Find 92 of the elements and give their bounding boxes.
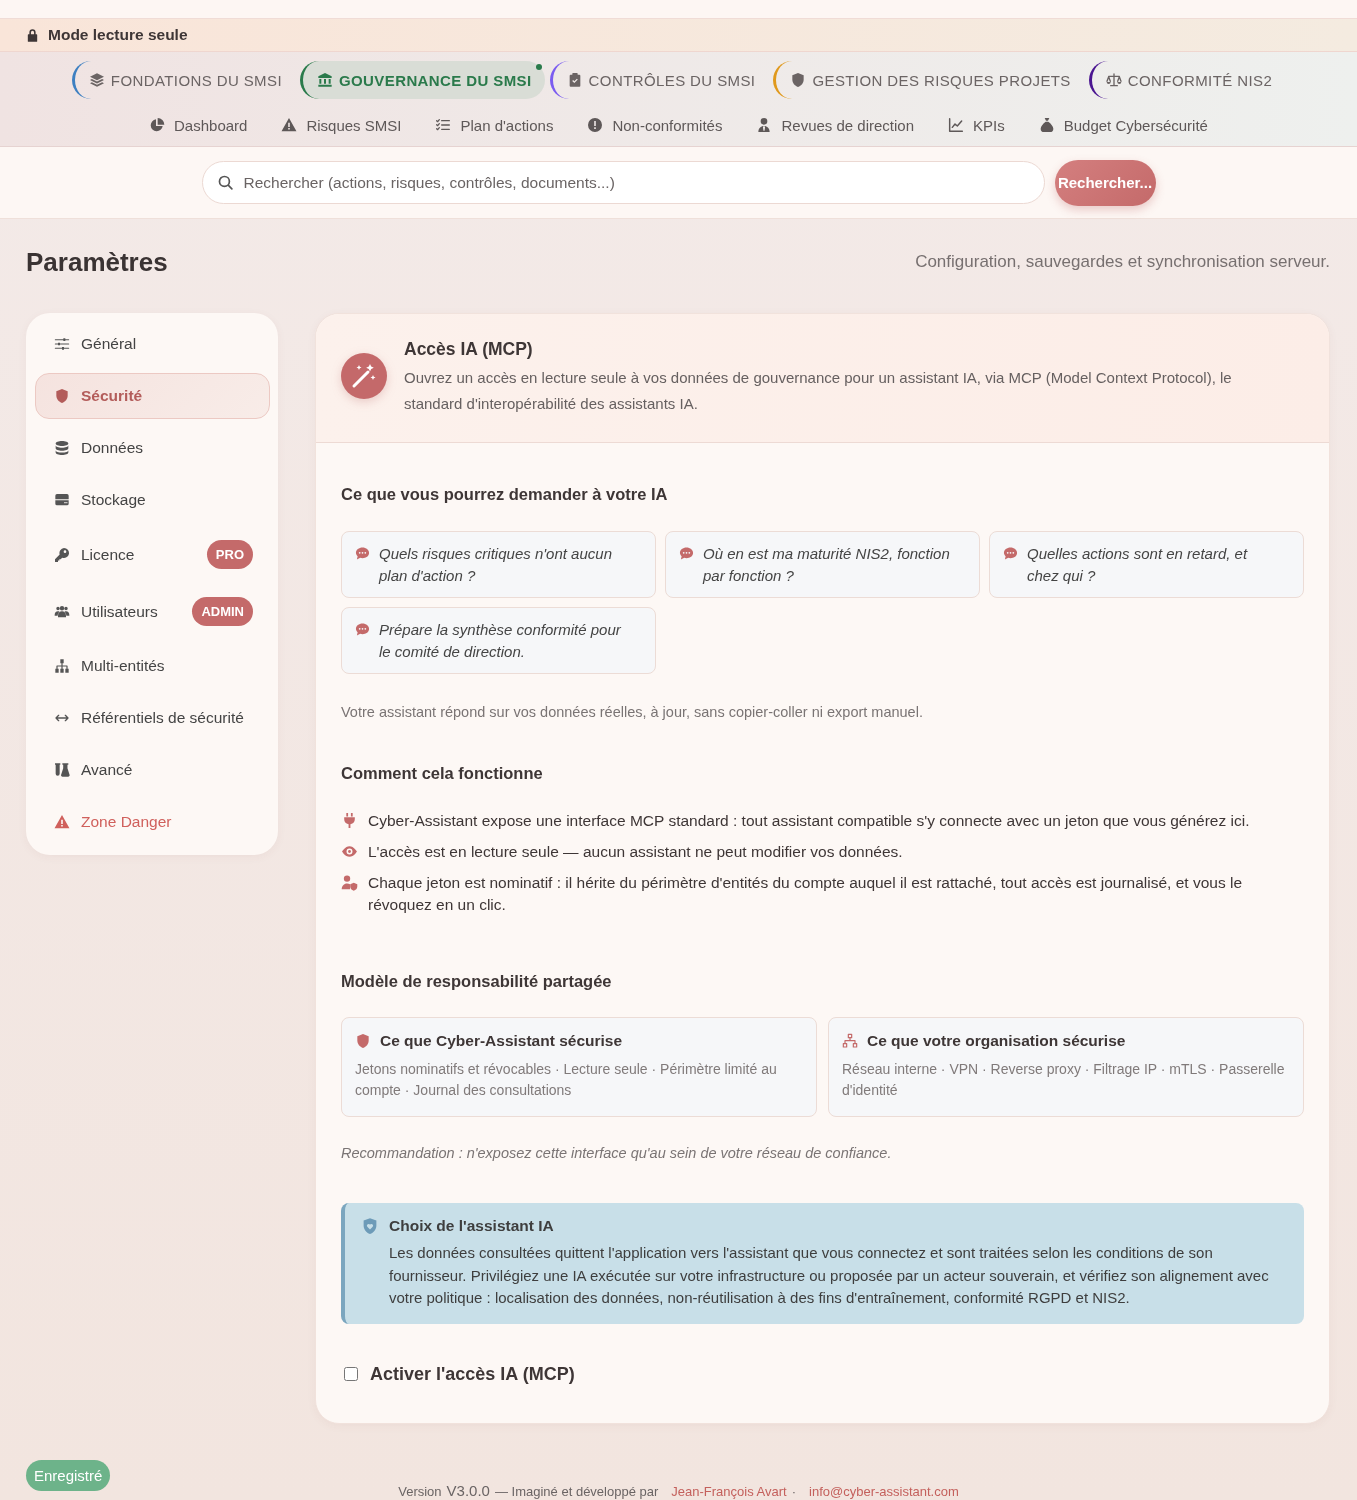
magic-wand-icon [341,353,387,399]
author-link[interactable]: Jean-François Avart [671,1484,787,1499]
checklist-icon [435,117,452,133]
saved-toast: Enregistré [26,1460,111,1491]
search-field[interactable]: Rechercher (actions, risques, contrôles, documents...) [201,161,1045,204]
key-icon [54,546,70,563]
sidebar-item[interactable]: Multi-entités [35,643,270,689]
module-tab[interactable]: GESTION DES RISQUES PROJETS [773,61,1084,99]
hierarchy-icon [54,658,70,674]
pie-chart-icon [149,117,166,133]
chat-icon [679,546,694,561]
warning-icon [281,117,298,133]
version-label: Version [398,1484,442,1499]
layers-icon [88,72,105,88]
question-text: Où en est ma maturité NIS2, fonction par fonction ? [703,544,951,586]
checkbox-label: Activer l'accès IA (MCP) [370,1363,575,1385]
responsibility-title: Ce que votre organisation sécurise [867,1032,1126,1050]
plug-icon [341,812,358,829]
lock-icon [25,27,40,43]
sidebar-item[interactable]: Général [35,321,270,367]
sidebar-item[interactable]: Avancé [35,747,270,793]
shield-icon [790,72,807,88]
page-subtitle: Configuration, sauvegardes et synchronisation serveur. [915,252,1330,272]
database-icon [54,440,70,456]
badge: PRO [206,540,253,569]
checkbox[interactable] [344,1367,358,1381]
module-tab[interactable]: GOUVERNANCE DU SMSI [299,61,545,99]
scales-icon [1105,72,1122,88]
badge: ADMIN [192,597,253,626]
chat-icon [355,546,370,561]
feature-text: Cyber-Assistant expose une interface MCP standard : tout assistant compatible s'y connecte avec un jeton que vous générez ici. [368,811,1250,831]
card-description: Ouvrez un accès en lecture seule à vos données de gouvernance pour un assistant IA, via MCP (Model Context Protocol), le standard d'interopérabilité des assistants IA. [404,368,1233,414]
eye-icon [341,843,358,860]
money-bag-icon [1038,117,1055,133]
separator-text: · [791,1484,796,1499]
status-dot-icon [535,64,542,70]
sidebar-item[interactable]: Utilisateurs ADMIN [35,586,270,637]
sidebar-item[interactable]: Référentiels de sécurité [35,695,270,741]
question-text: Prépare la synthèse conformité pour le comité de direction. [379,620,622,662]
module-tab[interactable]: CONFORMITÉ NIS2 [1088,61,1286,99]
page-title: Paramètres [26,246,168,278]
read-only-label: Mode lecture seule [48,26,188,44]
responsibility-text: Jetons nominatifs et révocables · Lecture seule · Périmètre limité au compte · Journal des consultations [355,1060,778,1100]
network-icon [842,1033,858,1049]
nav-link[interactable]: Dashboard [149,116,248,134]
recommendation-text: Recommandation : n'exposez cette interface qu'au sein de votre réseau de confiance. [341,1145,893,1161]
callout-text: Les données consultées quittent l'application vers l'assistant que vous connectez et sont traitées selon les conditions de son fournisseur. Privilégiez une IA exécutée sur votre infrastructure ou proposée par un acteur souverain, et vérifiez son alignement avec votre politique : localisation des données, non-réutilisation à des fins d'entraînement, conformité RGPD et NIS2. [389,1243,1270,1308]
search-icon [216,174,234,191]
feature-text: L'accès est en lecture seule — aucun assistant ne peut modifier vos données. [368,842,903,862]
shield-heart-icon [361,1217,379,1235]
exclamation-icon [587,117,604,133]
note-text: Votre assistant répond sur vos données réelles, à jour, sans copier-coller ni export manuel. [341,704,924,720]
question-text: Quelles actions sont en retard, et chez qui ? [1027,544,1249,586]
card-title: Accès IA (MCP) [404,339,534,360]
email-link[interactable]: info@cyber-assistant.com [809,1484,959,1499]
nav-link[interactable]: KPIs [948,116,1005,134]
responsibility-title: Ce que Cyber-Assistant sécurise [380,1032,623,1050]
sidebar-item[interactable]: Stockage [35,477,270,523]
bank-icon [316,72,333,88]
sliders-icon [54,336,70,352]
chat-icon [1003,546,1018,561]
credit-text: — Imaginé et développé par [494,1484,659,1499]
warning-icon [54,814,70,830]
section-heading: Comment cela fonctionne [341,764,544,783]
chat-icon [355,622,370,637]
flask-icon [54,762,70,778]
sidebar-item[interactable]: Données [35,425,270,471]
search-button[interactable]: Rechercher... [1054,159,1156,206]
sidebar-item[interactable]: Licence PRO [35,529,270,580]
users-icon [54,603,70,620]
person-icon [756,117,773,133]
sidebar-item[interactable]: Sécurité [35,373,270,419]
sidebar-item[interactable]: Zone Danger [35,799,270,845]
module-tab[interactable]: FONDATIONS DU SMSI [71,61,295,99]
question-text: Quels risques critiques n'ont aucun plan d'action ? [379,544,613,586]
section-heading: Ce que vous pourrez demander à votre IA [341,485,669,504]
version-number: V3.0.0 [446,1482,490,1499]
feature-text: Chaque jeton est nominatif : il hérite du périmètre d'entités du compte auquel il est rattaché, tout accès est journalisé, et vous le révoquez en un clic. [368,873,1244,915]
nav-link[interactable]: Plan d'actions [435,116,554,134]
section-heading: Modèle de responsabilité partagée [341,972,613,991]
callout-title: Choix de l'assistant IA [389,1217,555,1235]
nav-link[interactable]: Non-conformités [587,116,723,134]
module-tab[interactable]: CONTRÔLES DU SMSI [549,61,769,99]
nav-link[interactable]: Budget Cybersécurité [1038,116,1208,134]
shield-icon [355,1033,371,1049]
server-icon [54,492,70,508]
line-chart-icon [948,117,965,133]
responsibility-text: Réseau interne · VPN · Reverse proxy · Filtrage IP · mTLS · Passerelle d'identité [842,1060,1286,1100]
user-shield-icon [341,874,358,891]
nav-link[interactable]: Risques SMSI [281,116,402,134]
nav-link[interactable]: Revues de direction [756,116,915,134]
shield-icon [54,388,70,404]
